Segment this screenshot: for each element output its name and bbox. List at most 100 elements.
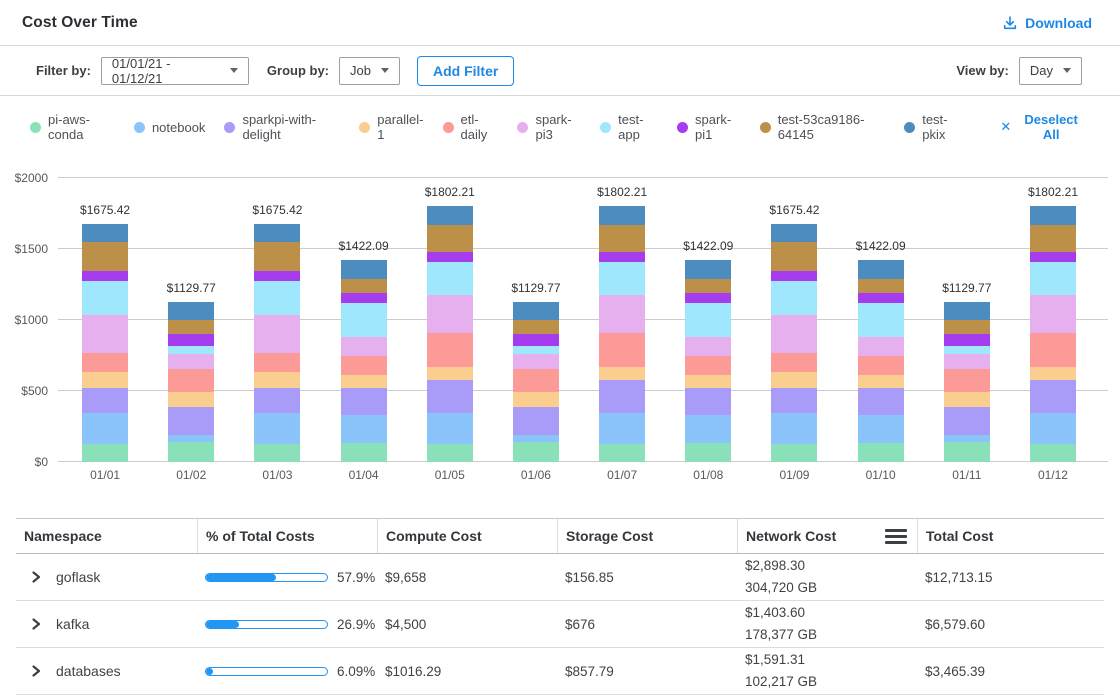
bar-segment-notebook[interactable] [254,413,300,444]
bar-segment-test-app[interactable] [858,303,904,337]
bar-segment-spark-pi1[interactable] [599,252,645,262]
bar-segment-test-pkix[interactable] [858,260,904,278]
bar-segment-parallel-1[interactable] [82,372,128,387]
bar-segment-pi-aws-conda[interactable] [254,444,300,462]
stacked-bar[interactable] [1030,206,1076,462]
bar-segment-etl-daily[interactable] [771,353,817,372]
stacked-bar[interactable] [168,302,214,462]
column-header-storage-cost[interactable]: Storage Cost [557,519,737,553]
legend-item-notebook[interactable]: notebook [134,120,206,135]
legend-item-spark-pi3[interactable]: spark-pi3 [517,112,581,142]
stacked-bar[interactable] [685,260,731,462]
bar-segment-etl-daily[interactable] [858,356,904,375]
bar-segment-spark-pi3[interactable] [341,337,387,356]
bar-segment-parallel-1[interactable] [771,372,817,387]
bar-segment-notebook[interactable] [599,413,645,444]
bar-segment-notebook[interactable] [168,435,214,442]
bar-segment-pi-aws-conda[interactable] [599,444,645,462]
bar-segment-sparkpi-with-delight[interactable] [685,388,731,415]
bar-segment-spark-pi3[interactable] [685,337,731,356]
bar-segment-spark-pi3[interactable] [254,315,300,353]
bar-segment-notebook[interactable] [513,435,559,442]
bar-segment-test-pkix[interactable] [254,224,300,242]
bar-segment-notebook[interactable] [1030,413,1076,444]
bar-segment-etl-daily[interactable] [82,353,128,372]
bar-segment-spark-pi3[interactable] [944,354,990,369]
bar-segment-parallel-1[interactable] [341,375,387,388]
add-filter-button[interactable]: Add Filter [417,56,514,86]
bar-segment-sparkpi-with-delight[interactable] [858,388,904,415]
bar-segment-sparkpi-with-delight[interactable] [254,388,300,413]
stacked-bar[interactable] [254,224,300,462]
bar-segment-pi-aws-conda[interactable] [513,442,559,462]
bar-segment-test-pkix[interactable] [513,302,559,320]
bar-segment-test-app[interactable] [254,281,300,315]
stacked-bar[interactable] [513,302,559,462]
bar-segment-test-pkix[interactable] [685,260,731,278]
bar-segment-sparkpi-with-delight[interactable] [427,380,473,414]
bar-segment-notebook[interactable] [427,413,473,444]
view-by-select[interactable]: Day [1019,57,1082,85]
bar-segment-etl-daily[interactable] [254,353,300,372]
stacked-bar[interactable] [599,206,645,462]
bar-segment-notebook[interactable] [685,415,731,443]
column-header-network-cost[interactable]: Network Cost [737,519,917,553]
bar-segment-test-53ca9186-64145[interactable] [254,242,300,270]
bar-segment-spark-pi1[interactable] [513,334,559,346]
date-range-select[interactable]: 01/01/21 - 01/12/21 [101,57,249,85]
bar-segment-pi-aws-conda[interactable] [341,443,387,462]
bar-segment-test-app[interactable] [168,346,214,354]
bar-segment-test-app[interactable] [427,262,473,295]
bar-segment-pi-aws-conda[interactable] [685,443,731,462]
bar-segment-test-pkix[interactable] [341,260,387,278]
bar-segment-sparkpi-with-delight[interactable] [944,407,990,435]
bar-segment-pi-aws-conda[interactable] [168,442,214,462]
bar-segment-test-53ca9186-64145[interactable] [513,320,559,334]
bar-segment-test-app[interactable] [82,281,128,315]
legend-item-test-app[interactable]: test-app [600,112,658,142]
legend-item-test-53ca9186-64145[interactable]: test-53ca9186-64145 [760,112,886,142]
bar-segment-test-app[interactable] [1030,262,1076,295]
bar-segment-parallel-1[interactable] [254,372,300,387]
bar-segment-test-53ca9186-64145[interactable] [858,279,904,293]
bar-segment-parallel-1[interactable] [599,367,645,380]
bar-segment-pi-aws-conda[interactable] [427,444,473,462]
bar-segment-notebook[interactable] [341,415,387,443]
legend-item-spark-pi1[interactable]: spark-pi1 [677,112,741,142]
expand-chevron-icon[interactable] [30,570,42,584]
stacked-bar[interactable] [427,206,473,462]
bar-segment-spark-pi1[interactable] [944,334,990,346]
bar-segment-sparkpi-with-delight[interactable] [513,407,559,435]
legend-item-etl-daily[interactable]: etl-daily [443,112,499,142]
download-button[interactable]: Download [996,14,1098,32]
bar-segment-sparkpi-with-delight[interactable] [168,407,214,435]
bar-segment-etl-daily[interactable] [685,356,731,375]
deselect-all-button[interactable]: ✕ Deselect All [994,111,1090,143]
legend-item-sparkpi-with-delight[interactable]: sparkpi-with-delight [224,112,340,142]
bar-segment-pi-aws-conda[interactable] [1030,444,1076,462]
bar-segment-spark-pi1[interactable] [427,252,473,262]
bar-segment-etl-daily[interactable] [1030,333,1076,366]
bar-segment-test-53ca9186-64145[interactable] [341,279,387,293]
bar-segment-test-pkix[interactable] [168,302,214,320]
bar-segment-spark-pi1[interactable] [771,271,817,281]
bar-segment-notebook[interactable] [82,413,128,444]
bar-segment-test-53ca9186-64145[interactable] [771,242,817,270]
bar-segment-test-pkix[interactable] [82,224,128,242]
column-header-percent-of-total-costs[interactable]: % of Total Costs [197,519,377,553]
bar-segment-test-pkix[interactable] [1030,206,1076,225]
bar-segment-test-pkix[interactable] [427,206,473,225]
bar-segment-parallel-1[interactable] [427,367,473,380]
legend-item-test-pkix[interactable]: test-pkix [904,112,963,142]
bar-segment-sparkpi-with-delight[interactable] [599,380,645,414]
column-menu-icon[interactable] [885,529,907,544]
bar-segment-spark-pi3[interactable] [1030,295,1076,333]
bar-segment-parallel-1[interactable] [513,392,559,407]
bar-segment-test-app[interactable] [599,262,645,295]
bar-segment-spark-pi1[interactable] [341,293,387,303]
bar-segment-spark-pi3[interactable] [82,315,128,353]
column-header-total-cost[interactable]: Total Cost [917,519,1104,553]
bar-segment-test-53ca9186-64145[interactable] [168,320,214,334]
legend-item-parallel-1[interactable]: parallel-1 [359,112,423,142]
bar-segment-parallel-1[interactable] [685,375,731,388]
